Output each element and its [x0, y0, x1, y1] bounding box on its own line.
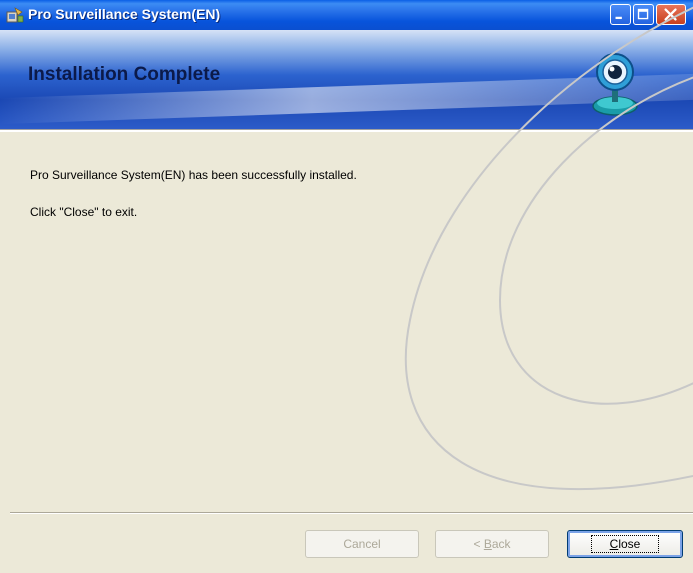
- back-button[interactable]: < Back: [435, 530, 549, 558]
- window-title: Pro Surveillance System(EN): [28, 6, 221, 22]
- header-banner: Installation Complete: [0, 30, 693, 130]
- installer-app-icon: [6, 7, 24, 23]
- installer-window: Pro Surveillance System(EN) Installation…: [0, 0, 693, 573]
- title-bar[interactable]: Pro Surveillance System(EN): [0, 0, 693, 30]
- close-window-button[interactable]: [656, 4, 686, 25]
- minimize-icon: [615, 16, 622, 20]
- footer-divider: [10, 512, 693, 514]
- content-area: Pro Surveillance System(EN) has been suc…: [0, 131, 693, 511]
- minimize-button[interactable]: [610, 4, 631, 25]
- close-icon: [664, 8, 677, 21]
- maximize-button[interactable]: [633, 4, 654, 25]
- cancel-button[interactable]: Cancel: [305, 530, 419, 558]
- maximize-icon: [637, 8, 649, 20]
- success-message: Pro Surveillance System(EN) has been suc…: [30, 168, 357, 182]
- exit-instruction: Click "Close" to exit.: [30, 205, 138, 219]
- close-label: Close: [590, 535, 660, 553]
- close-button[interactable]: Close: [567, 530, 683, 558]
- webcam-icon: [592, 53, 638, 116]
- page-title: Installation Complete: [28, 64, 221, 85]
- cancel-label: Cancel: [343, 537, 381, 551]
- back-label: < Back: [473, 537, 511, 551]
